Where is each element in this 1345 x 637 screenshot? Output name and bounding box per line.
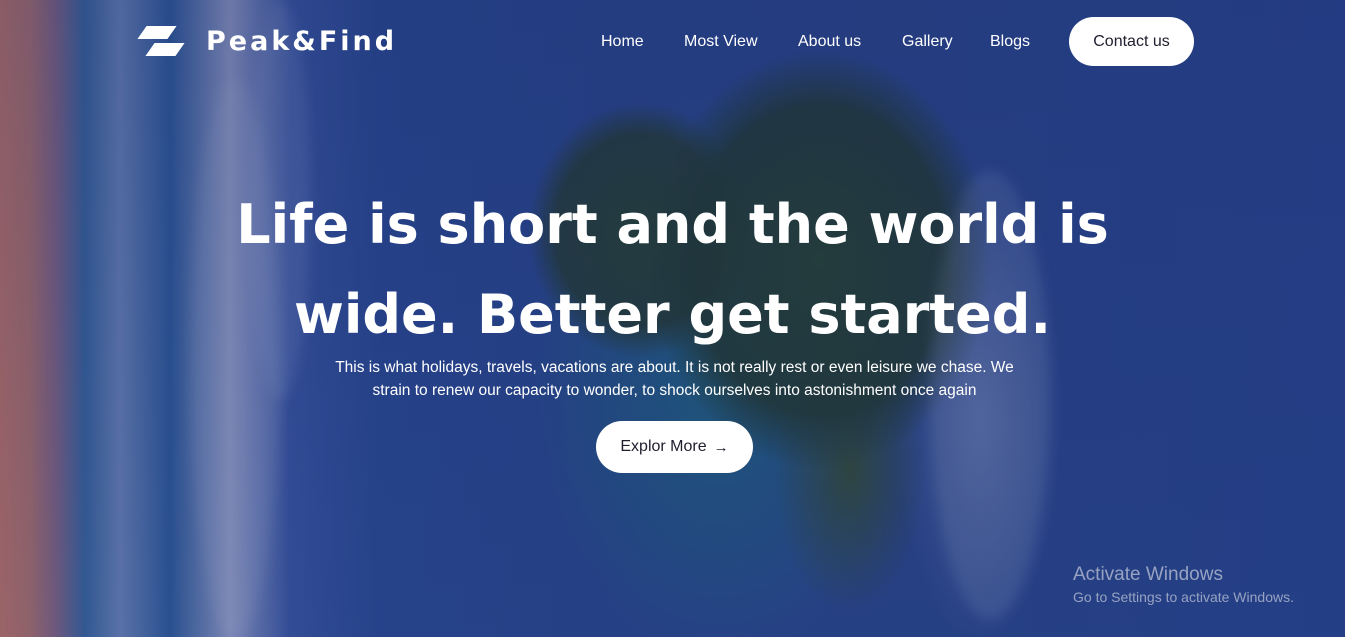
- nav-about-us[interactable]: About us: [798, 33, 861, 51]
- nav-gallery[interactable]: Gallery: [902, 33, 953, 51]
- explore-more-button[interactable]: Explor More →: [596, 421, 753, 473]
- top-navigation: Peak&Find Home Most View About us Galler…: [0, 0, 1345, 85]
- watermark-title: Activate Windows: [1073, 564, 1223, 585]
- hero-subtitle: This is what holidays, travels, vacation…: [335, 359, 1014, 399]
- contact-us-button[interactable]: Contact us: [1069, 17, 1194, 66]
- headline-line-1: Life is short and the world is: [236, 193, 1109, 256]
- nav-home[interactable]: Home: [601, 33, 644, 51]
- explore-more-label: Explor More: [620, 438, 707, 455]
- hero-section: Peak&Find Home Most View About us Galler…: [0, 0, 1345, 637]
- brand-name: Peak&Find: [206, 25, 398, 57]
- nav-most-view[interactable]: Most View: [684, 33, 758, 51]
- headline-line-2: wide. Better get started.: [294, 283, 1051, 346]
- arrow-right-icon: →: [713, 438, 729, 456]
- parallelogram-logo-icon: [136, 24, 185, 58]
- nav-blogs[interactable]: Blogs: [990, 33, 1030, 51]
- watermark-subtitle: Go to Settings to activate Windows.: [1073, 589, 1294, 605]
- hero-headline: Life is short and the world is wide. Bet…: [0, 180, 1345, 360]
- brand-logo[interactable]: Peak&Find: [136, 24, 397, 58]
- windows-activation-watermark: Activate Windows Go to Settings to activ…: [1073, 563, 1294, 607]
